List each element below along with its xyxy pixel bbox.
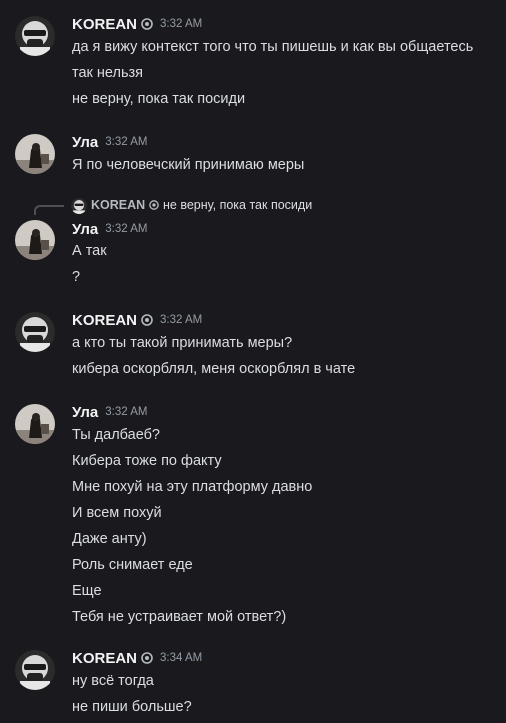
message-line: Кибера тоже по факту [72,453,222,469]
timestamp[interactable]: 3:32 AM [105,406,147,418]
timestamp[interactable]: 3:34 AM [160,652,202,664]
message-header: Ула 3:32 AM [72,402,147,422]
message-header: KOREAN 3:34 AM [72,648,202,668]
avatar-ula[interactable] [15,220,55,260]
message-line: кибера оскорблял, меня оскорблял в чате [72,361,356,377]
username[interactable]: Ула [72,221,98,238]
message-header: KOREAN 3:32 AM [72,14,202,34]
avatar-korean[interactable] [15,16,55,56]
message-line: не пиши больше? [72,699,192,715]
message-line: Роль снимает еде [72,557,193,573]
reply-preview[interactable]: KOREAN не верну, пока так посиди [0,196,506,215]
message-line: да я вижу контекст того что ты пишешь и … [72,39,474,55]
avatar-ula[interactable] [15,134,55,174]
message-header: Ула 3:32 AM [72,219,147,239]
message-line: Даже анту) [72,531,147,547]
message-line: Ты далбаеб? [72,427,160,443]
message-line: так нельзя [72,65,144,81]
username[interactable]: KOREAN [72,312,137,329]
chat-log: KOREAN 3:32 AM да я вижу контекст того ч… [0,0,506,723]
message-line: А так [72,243,107,259]
server-tag-badge-icon [141,18,153,30]
message-line: ? [72,269,81,285]
server-tag-badge-icon [141,652,153,664]
message-line: не верну, пока так посиди [72,91,246,107]
username[interactable]: Ула [72,134,98,151]
message-header: KOREAN 3:32 AM [72,310,202,330]
username[interactable]: KOREAN [72,16,137,33]
message-line: а кто ты такой принимать меры? [72,335,293,351]
avatar-korean[interactable] [15,312,55,352]
timestamp[interactable]: 3:32 AM [105,136,147,148]
message-line: Еще [72,583,102,599]
message-line: Мне похуй на эту платформу давно [72,479,313,495]
server-tag-badge-icon [149,200,159,210]
reply-username[interactable]: KOREAN [91,198,145,212]
timestamp[interactable]: 3:32 AM [160,18,202,30]
reply-text[interactable]: не верну, пока так посиди [163,198,312,212]
avatar-ula[interactable] [15,404,55,444]
timestamp[interactable]: 3:32 AM [105,223,147,235]
timestamp[interactable]: 3:32 AM [160,314,202,326]
message-line: ну всё тогда [72,673,154,689]
avatar-korean[interactable] [15,650,55,690]
message-line: И всем похуй [72,505,162,521]
username[interactable]: Ула [72,404,98,421]
username[interactable]: KOREAN [72,650,137,667]
message-line: Тебя не устраивает мой ответ?) [72,609,287,625]
reply-spine [34,205,64,215]
reply-avatar-korean [71,198,87,214]
server-tag-badge-icon [141,314,153,326]
message-header: Ула 3:32 AM [72,132,147,152]
message-line: Я по человечский принимаю меры [72,157,305,173]
